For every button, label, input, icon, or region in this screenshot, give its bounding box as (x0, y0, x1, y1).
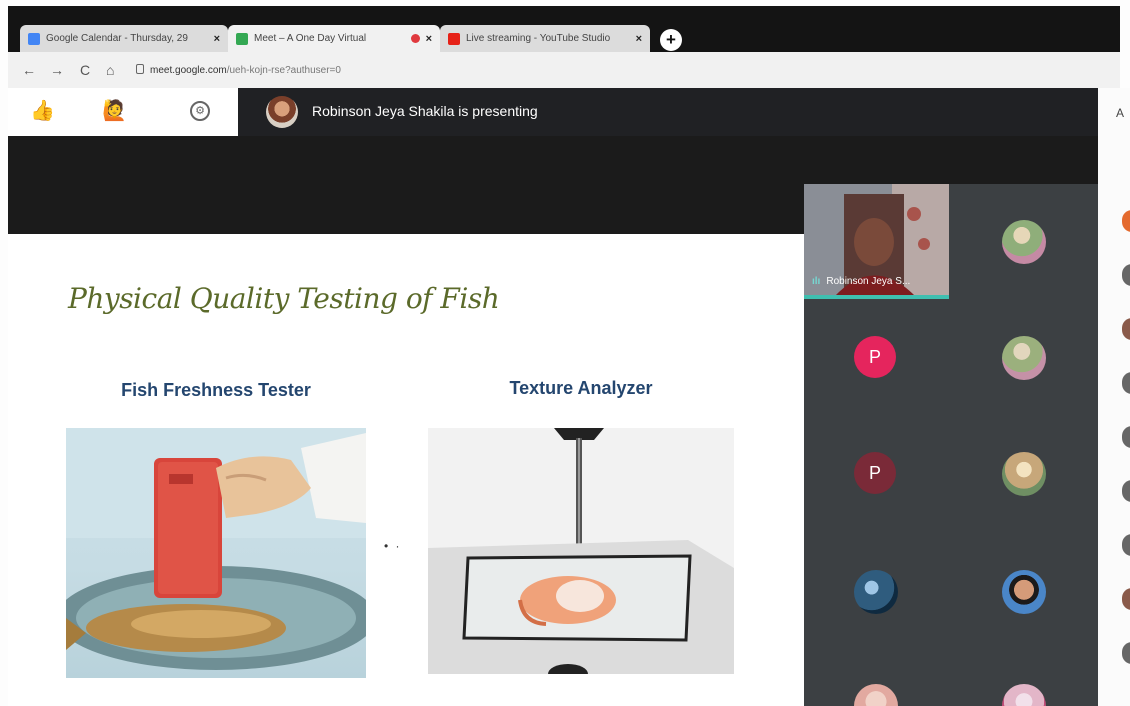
close-icon[interactable]: × (636, 33, 642, 45)
youtube-icon (448, 32, 460, 45)
left-caption: Fish Freshness Tester (121, 380, 311, 400)
participant-tile-presenter[interactable]: ılı Robinson Jeya S... (804, 184, 949, 297)
presenting-banner: Robinson Jeya Shakila is presenting (238, 88, 1098, 136)
participant-avatar[interactable] (854, 684, 898, 706)
active-speaker-bar (804, 295, 949, 299)
panel-avatar-edge (1122, 588, 1130, 610)
participant-avatar[interactable] (1002, 220, 1046, 264)
tab-title: Google Calendar - Thursday, 29 (46, 33, 188, 44)
slide-title: Physical Quality Testing of Fish (68, 282, 500, 315)
participant-avatar[interactable] (854, 570, 898, 614)
presentation-slide: Physical Quality Testing of Fish Fish Fr… (8, 234, 804, 706)
settings-icon[interactable]: ⚙ (190, 101, 210, 121)
right-caption: Texture Analyzer (509, 378, 653, 398)
new-tab-button[interactable]: + (660, 29, 682, 51)
raise-hand-icon[interactable]: 🙋 (102, 100, 127, 122)
address-bar: ← → C ⌂ meet.google.com/ueh-kojn-rse?aut… (8, 52, 1120, 88)
fish-freshness-tester-image (66, 428, 366, 678)
panel-letter: A (1116, 106, 1125, 120)
close-icon[interactable]: × (214, 33, 220, 45)
panel-avatar-edge (1122, 426, 1130, 448)
url-field[interactable]: meet.google.com/ueh-kojn-rse?authuser=0 (150, 65, 341, 76)
home-icon[interactable]: ⌂ (106, 61, 114, 79)
tab-title: Meet – A One Day Virtual (254, 33, 367, 44)
close-icon[interactable]: × (426, 33, 432, 45)
fish-tester-illustration (66, 428, 366, 670)
participant-avatar[interactable] (1002, 570, 1046, 614)
browser-tab-strip: Google Calendar - Thursday, 29 × Meet – … (8, 6, 1120, 52)
tab-meet[interactable]: Meet – A One Day Virtual × (228, 25, 440, 52)
forward-icon[interactable]: → (50, 61, 64, 79)
url-host: meet.google.com (150, 65, 227, 76)
back-icon[interactable]: ← (22, 61, 36, 79)
lock-icon (136, 64, 144, 74)
meet-icon (236, 32, 248, 45)
presenting-label: Robinson Jeya Shakila is presenting (312, 103, 538, 119)
panel-avatar-edge (1122, 642, 1130, 664)
calendar-icon (28, 32, 40, 45)
recording-icon (410, 34, 420, 43)
participant-avatar[interactable] (1002, 452, 1046, 496)
tab-title: Live streaming - YouTube Studio (466, 33, 611, 44)
texture-analyzer-illustration (428, 428, 734, 674)
slide-separator: • · (384, 539, 402, 553)
participant-grid: ılı Robinson Jeya S... P P (804, 184, 1098, 706)
thumbs-up-icon[interactable]: 👍 (30, 100, 55, 122)
panel-avatar-edge (1122, 318, 1130, 340)
url-path: /ueh-kojn-rse?authuser=0 (226, 65, 341, 76)
panel-avatar-edge (1122, 264, 1130, 286)
participant-avatar[interactable] (1002, 336, 1046, 380)
presenter-avatar (266, 96, 298, 128)
participant-avatar-p[interactable]: P (854, 336, 896, 378)
panel-avatar-edge (1122, 372, 1130, 394)
panel-avatar-edge (1122, 534, 1130, 556)
panel-avatar-edge (1122, 480, 1130, 502)
participant-avatar[interactable] (1002, 684, 1046, 706)
reload-icon[interactable]: C (80, 61, 90, 79)
tab-google-calendar[interactable]: Google Calendar - Thursday, 29 × (20, 25, 228, 52)
tab-youtube-studio[interactable]: Live streaming - YouTube Studio × (440, 25, 650, 52)
participant-name-label: ılı Robinson Jeya S... (812, 276, 911, 287)
speaking-indicator-icon: ılı (812, 276, 821, 287)
participant-avatar-p[interactable]: P (854, 452, 896, 494)
reaction-toolbar: 👍 🙋 ⚙ (8, 88, 238, 136)
panel-avatar-edge (1122, 210, 1130, 232)
texture-analyzer-image (428, 428, 734, 674)
meet-screenshot: Google Calendar - Thursday, 29 × Meet – … (0, 0, 1130, 706)
people-panel-edge: A (1098, 88, 1130, 706)
